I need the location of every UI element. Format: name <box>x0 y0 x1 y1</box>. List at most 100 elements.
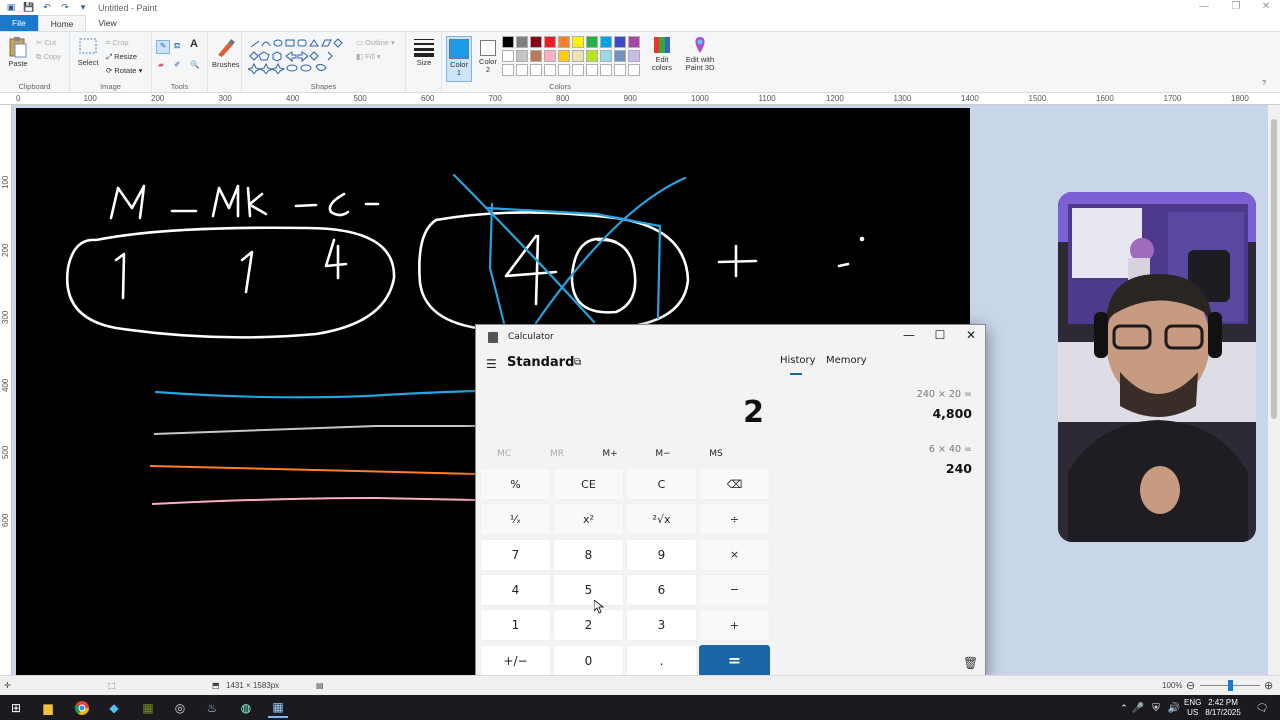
digit-9-button[interactable]: 9 <box>626 538 697 571</box>
select-button[interactable]: Select <box>75 37 101 67</box>
palette-swatch[interactable] <box>558 50 570 62</box>
hamburger-menu-icon[interactable]: ☰ <box>486 357 497 371</box>
magnifier-icon[interactable]: 🔍 <box>190 60 199 69</box>
fill-icon[interactable]: ⛾ <box>174 41 180 50</box>
language-indicator[interactable]: ENG US <box>1184 698 1201 718</box>
palette-swatch-empty[interactable] <box>628 64 640 76</box>
clear-entry-button[interactable]: CE <box>553 468 624 500</box>
palette-swatch-empty[interactable] <box>502 64 514 76</box>
restore-icon[interactable]: ❐ <box>1220 0 1252 15</box>
palette-swatch[interactable] <box>516 36 528 48</box>
square-button[interactable]: x² <box>553 503 624 536</box>
palette-swatch[interactable] <box>628 36 640 48</box>
palette-swatch[interactable] <box>516 50 528 62</box>
keep-on-top-icon[interactable]: ⧉ <box>574 357 581 368</box>
tab-history[interactable]: History <box>780 355 816 366</box>
clear-history-icon[interactable]: 🗑 <box>963 656 978 670</box>
history-result[interactable]: 240 <box>946 461 972 476</box>
palette-swatch-empty[interactable] <box>544 64 556 76</box>
microphone-icon[interactable]: 🎤 <box>1128 698 1148 718</box>
palette-swatch[interactable] <box>600 50 612 62</box>
palette-swatch[interactable] <box>530 50 542 62</box>
app-icon-green[interactable]: ▦ <box>138 698 158 718</box>
rotate-button[interactable]: ⟳ Rotate ▾ <box>106 66 142 75</box>
close-icon[interactable]: ✕ <box>1250 0 1280 15</box>
calc-close-icon[interactable]: ✕ <box>956 328 986 342</box>
palette-swatch[interactable] <box>614 50 626 62</box>
equals-button[interactable]: = <box>699 644 770 677</box>
palette-swatch[interactable] <box>544 36 556 48</box>
palette-swatch[interactable] <box>544 50 556 62</box>
edit-colors-button[interactable]: Edit colors <box>648 36 676 72</box>
palette-swatch[interactable] <box>614 36 626 48</box>
minimize-icon[interactable]: — <box>1188 0 1220 15</box>
decimal-button[interactable]: . <box>626 644 697 677</box>
multiply-button[interactable]: × <box>699 538 770 571</box>
cut-button[interactable]: ✂ Cut <box>36 38 56 47</box>
calculator-taskbar-icon[interactable]: ▦ <box>268 698 288 718</box>
calc-minimize-icon[interactable]: — <box>894 328 924 342</box>
history-expression[interactable]: 6 × 40 = <box>929 444 972 455</box>
palette-swatch-empty[interactable] <box>516 64 528 76</box>
help-icon[interactable]: ? <box>1262 78 1266 87</box>
pencil-icon[interactable]: ✎ <box>156 40 170 54</box>
vpn-icon[interactable]: ⛨ <box>1146 698 1166 718</box>
palette-swatch-empty[interactable] <box>614 64 626 76</box>
digit-5-button[interactable]: 5 <box>553 573 624 606</box>
square-root-button[interactable]: ²√x <box>626 503 697 536</box>
tab-file[interactable]: File <box>0 15 38 31</box>
redo-icon[interactable]: ↷ <box>58 2 72 14</box>
palette-swatch[interactable] <box>502 50 514 62</box>
calc-maximize-icon[interactable]: ☐ <box>925 328 955 342</box>
m-plus-button[interactable]: M+ <box>590 449 630 459</box>
notepad-app-icon[interactable]: ◆ <box>104 698 124 718</box>
app-icon-circle[interactable]: ◎ <box>170 698 190 718</box>
chrome-icon[interactable] <box>72 698 92 718</box>
steam-icon[interactable]: ♨ <box>202 698 222 718</box>
palette-swatch-empty[interactable] <box>586 64 598 76</box>
color2-button[interactable]: Color 2 <box>476 36 500 82</box>
subtract-button[interactable]: − <box>699 573 770 606</box>
palette-swatch[interactable] <box>572 50 584 62</box>
color-picker-icon[interactable]: ✐ <box>174 60 180 69</box>
history-expression[interactable]: 240 × 20 = <box>917 389 972 400</box>
backspace-button[interactable]: ⌫ <box>699 468 770 500</box>
color1-button[interactable]: Color 1 <box>446 36 472 82</box>
tab-view[interactable]: View <box>86 15 128 31</box>
mc-button[interactable]: MC <box>484 449 524 459</box>
digit-8-button[interactable]: 8 <box>553 538 624 571</box>
divide-button[interactable]: ÷ <box>699 503 770 536</box>
paste-button[interactable]: Paste <box>6 36 30 68</box>
start-icon[interactable]: ⊞ <box>6 698 26 718</box>
app-icon-sphere[interactable]: ◍ <box>236 698 256 718</box>
paint3d-button[interactable]: Edit with Paint 3D <box>680 36 720 72</box>
palette-swatch-empty[interactable] <box>572 64 584 76</box>
size-button[interactable]: Size <box>411 37 437 67</box>
tab-memory[interactable]: Memory <box>826 355 867 366</box>
shapes-gallery-icon[interactable] <box>248 38 350 74</box>
palette-swatch[interactable] <box>572 36 584 48</box>
digit-1-button[interactable]: 1 <box>480 609 551 642</box>
palette-swatch-empty[interactable] <box>558 64 570 76</box>
add-button[interactable]: + <box>699 609 770 642</box>
zoom-out-icon[interactable]: ⊖ <box>1186 679 1195 692</box>
palette-swatch[interactable] <box>586 36 598 48</box>
palette-swatch-empty[interactable] <box>530 64 542 76</box>
brushes-button[interactable]: Brushes <box>212 37 240 69</box>
clock[interactable]: 2:42 PM 8/17/2025 <box>1200 698 1246 718</box>
digit-0-button[interactable]: 0 <box>553 644 624 677</box>
palette-swatch[interactable] <box>530 36 542 48</box>
history-result[interactable]: 4,800 <box>932 406 972 421</box>
clear-button[interactable]: C <box>626 468 697 500</box>
percent-button[interactable]: % <box>480 468 551 500</box>
outline-button[interactable]: ▭ Outline ▾ <box>356 38 395 47</box>
tab-home[interactable]: Home <box>37 15 87 31</box>
palette-swatch-empty[interactable] <box>600 64 612 76</box>
ms-button[interactable]: MS <box>696 449 736 459</box>
scrollbar-thumb[interactable] <box>1271 119 1277 419</box>
undo-icon[interactable]: ↶ <box>40 2 54 14</box>
resize-button[interactable]: ⤢ Resize <box>106 52 137 61</box>
digit-4-button[interactable]: 4 <box>480 573 551 606</box>
zoom-in-icon[interactable]: ⊕ <box>1264 679 1273 692</box>
reciprocal-button[interactable]: ¹⁄ₓ <box>480 503 551 536</box>
